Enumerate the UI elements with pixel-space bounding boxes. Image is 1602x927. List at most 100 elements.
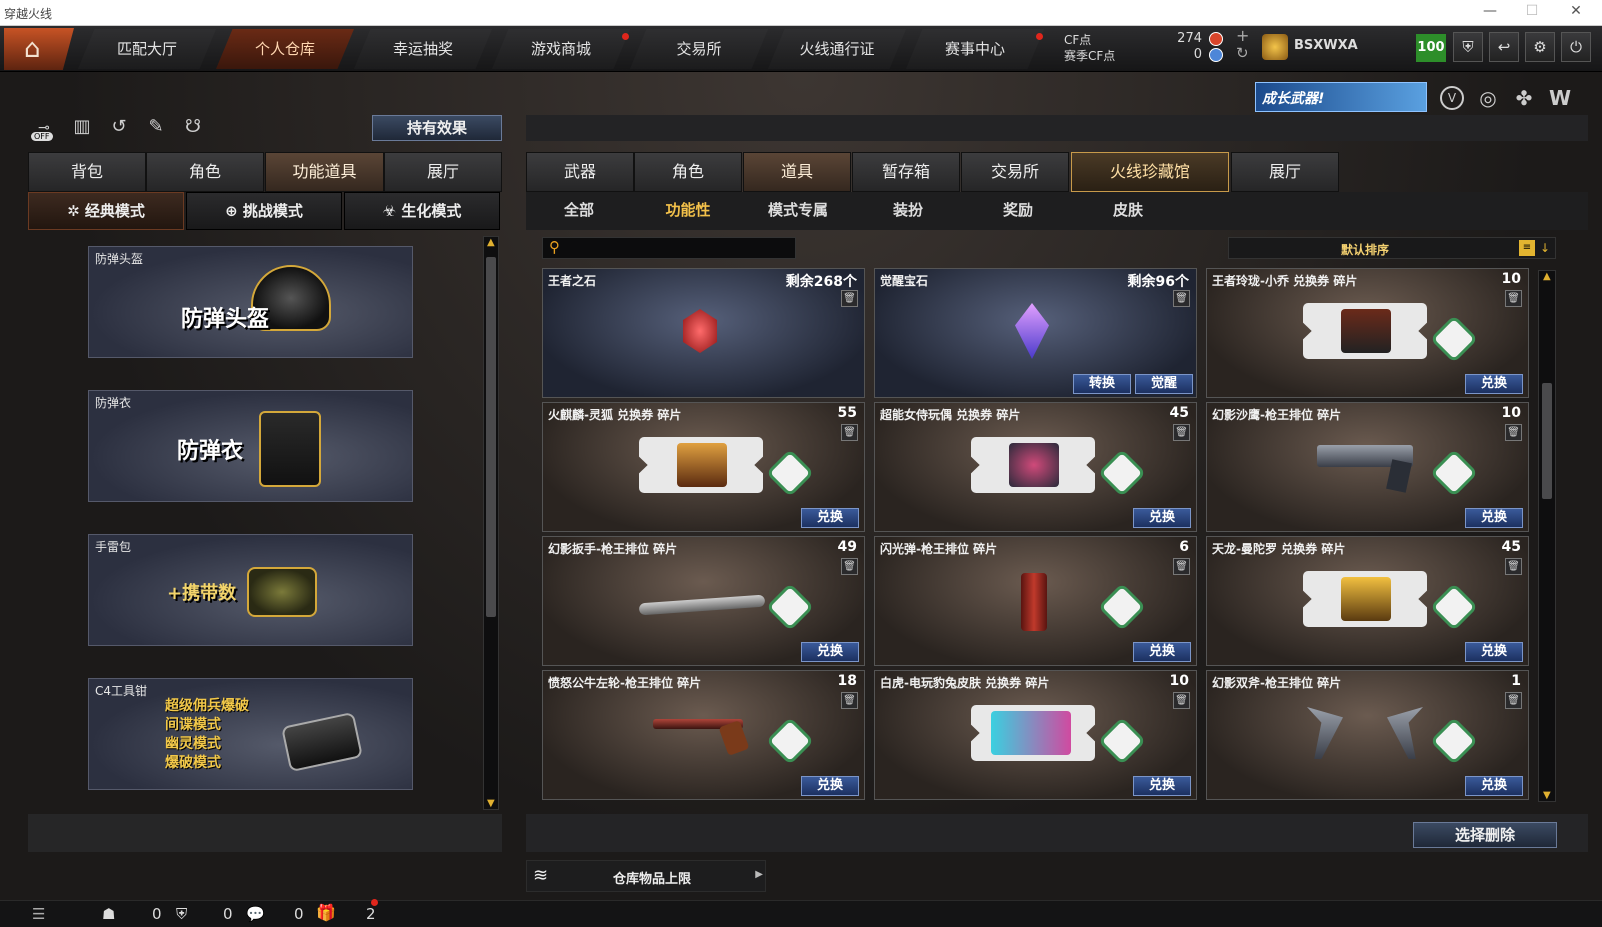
left-scroll-thumb[interactable] bbox=[486, 257, 496, 617]
grid-scroll-down-icon[interactable]: ▼ bbox=[1543, 790, 1551, 801]
tab-battle-pass[interactable]: 火线通行证 bbox=[768, 29, 906, 69]
menu-list-icon[interactable]: ☰ bbox=[32, 905, 45, 923]
subtab-outfit[interactable]: 装扮 bbox=[853, 199, 963, 223]
item-card[interactable]: 愤怒公牛左轮-枪王排位 碎片 18 🗑 兑换 bbox=[542, 670, 865, 800]
toggle-off-icon[interactable]: ⊸ OFF bbox=[31, 116, 57, 142]
chat-icon[interactable]: 💬 bbox=[246, 905, 265, 923]
trash-icon[interactable]: 🗑 bbox=[841, 692, 858, 709]
w-logo-icon[interactable]: W bbox=[1548, 86, 1572, 110]
tab-backpack[interactable]: 背包 bbox=[28, 152, 146, 192]
trash-icon[interactable]: 🗑 bbox=[1173, 290, 1190, 307]
redeem-button[interactable]: 兑换 bbox=[801, 508, 859, 528]
card-helmet[interactable]: 防弹头盔 防弹头盔 bbox=[88, 246, 413, 358]
clan-shield-icon[interactable]: ⛨ bbox=[176, 905, 187, 923]
item-card[interactable]: 幻影双斧-枪王排位 碎片 1 🗑 兑换 bbox=[1206, 670, 1529, 800]
mode-biochem[interactable]: ☣ 生化模式 bbox=[344, 192, 500, 230]
trash-icon[interactable]: 🗑 bbox=[1173, 558, 1190, 575]
trash-icon[interactable]: 🗑 bbox=[841, 558, 858, 575]
power-icon[interactable]: ⏻ bbox=[1561, 32, 1591, 62]
mode-classic[interactable]: ✲ 经典模式 bbox=[28, 192, 184, 230]
redeem-button[interactable]: 兑换 bbox=[1133, 776, 1191, 796]
globe-icon[interactable]: ◎ bbox=[1476, 86, 1500, 110]
tab-right-showroom[interactable]: 展厅 bbox=[1231, 152, 1339, 192]
redeem-button[interactable]: 兑换 bbox=[1465, 374, 1523, 394]
list-icon[interactable]: ≡ bbox=[1519, 240, 1535, 256]
sort-dropdown[interactable]: 默认排序 ≡ ↓ bbox=[1228, 237, 1556, 259]
tab-game-store[interactable]: 游戏商城 bbox=[492, 29, 630, 69]
convert-button[interactable]: 转换 bbox=[1073, 374, 1131, 394]
tab-weapons[interactable]: 武器 bbox=[526, 152, 634, 192]
tab-characters[interactable]: 角色 bbox=[634, 152, 742, 192]
trash-icon[interactable]: 🗑 bbox=[1173, 692, 1190, 709]
trash-icon[interactable]: 🗑 bbox=[1505, 692, 1522, 709]
redeem-button[interactable]: 兑换 bbox=[801, 642, 859, 662]
grid-scrollbar[interactable]: ▲ ▼ bbox=[1538, 270, 1556, 802]
redeem-button[interactable]: 兑换 bbox=[801, 776, 859, 796]
scroll-up-icon[interactable]: ▲ bbox=[487, 237, 495, 248]
grid-scroll-thumb[interactable] bbox=[1542, 383, 1552, 499]
badge-v-icon[interactable]: V bbox=[1440, 86, 1464, 110]
return-icon[interactable]: ↩ bbox=[1489, 32, 1519, 62]
item-card[interactable]: 幻影沙鹰-枪王排位 碎片 10 🗑 兑换 bbox=[1206, 402, 1529, 532]
redeem-button[interactable]: 兑换 bbox=[1133, 642, 1191, 662]
held-effects-button[interactable]: 持有效果 bbox=[372, 115, 502, 141]
tab-temp-box[interactable]: 暂存箱 bbox=[852, 152, 960, 192]
tab-function-items[interactable]: 功能道具 bbox=[265, 152, 384, 192]
subtab-skins[interactable]: 皮肤 bbox=[1073, 199, 1183, 223]
rabbit-icon[interactable]: ☋ bbox=[180, 116, 206, 142]
tab-personal-warehouse[interactable]: 个人仓库 bbox=[216, 29, 354, 69]
refresh-button[interactable]: ↻ bbox=[1236, 44, 1249, 62]
close-icon[interactable]: ✕ bbox=[1556, 3, 1596, 23]
search-input[interactable] bbox=[571, 240, 791, 256]
item-card[interactable]: 闪光弹-枪王排位 碎片 6 🗑 兑换 bbox=[874, 536, 1197, 666]
pet-icon[interactable]: ✎ bbox=[143, 116, 169, 142]
tab-items[interactable]: 道具 bbox=[743, 152, 851, 192]
item-card[interactable]: 火麒麟-灵狐 兑换券 碎片 55 🗑 兑换 bbox=[542, 402, 865, 532]
redeem-button[interactable]: 兑换 bbox=[1133, 508, 1191, 528]
tab-trade[interactable]: 交易所 bbox=[961, 152, 1069, 192]
tab-match-hall[interactable]: 匹配大厅 bbox=[78, 29, 216, 69]
trash-icon[interactable]: 🗑 bbox=[1505, 424, 1522, 441]
gear-icon[interactable]: ⚙ bbox=[1525, 32, 1555, 62]
ranking-icon[interactable]: ▥ bbox=[69, 116, 95, 142]
item-card[interactable]: 白虎-电玩豹兔皮肤 兑换券 碎片 10 🗑 兑换 bbox=[874, 670, 1197, 800]
item-card[interactable]: 超能女侍玩偶 兑换券 碎片 45 🗑 兑换 bbox=[874, 402, 1197, 532]
tab-collection-hall[interactable]: 火线珍藏馆 bbox=[1071, 152, 1229, 192]
item-card[interactable]: 觉醒宝石 剩余96个 🗑 转换 觉醒 bbox=[874, 268, 1197, 398]
item-card[interactable]: 幻影扳手-枪王排位 碎片 49 🗑 兑换 bbox=[542, 536, 865, 666]
redeem-button[interactable]: 兑换 bbox=[1465, 776, 1523, 796]
expand-arrow-icon[interactable]: ▶ bbox=[755, 869, 763, 880]
search-box[interactable]: ⚲ bbox=[542, 237, 796, 259]
tab-lucky-draw[interactable]: 幸运抽奖 bbox=[354, 29, 492, 69]
gift-icon[interactable]: 🎁 bbox=[316, 903, 336, 922]
history-icon[interactable]: ↺ bbox=[106, 116, 132, 142]
subtab-rewards[interactable]: 奖励 bbox=[963, 199, 1073, 223]
trash-icon[interactable]: 🗑 bbox=[841, 424, 858, 441]
left-scrollbar[interactable]: ▲ ▼ bbox=[483, 236, 499, 810]
maximize-icon[interactable]: ☐ bbox=[1512, 3, 1552, 23]
shield-icon[interactable]: ⛨ bbox=[1453, 32, 1483, 62]
mode-challenge[interactable]: ⊕ 挑战模式 bbox=[186, 192, 342, 230]
trash-icon[interactable]: 🗑 bbox=[1505, 290, 1522, 307]
tab-events[interactable]: 赛事中心 bbox=[906, 29, 1044, 69]
promo-banner[interactable]: 成长武器! bbox=[1255, 82, 1427, 112]
minimize-icon[interactable]: — bbox=[1470, 3, 1510, 23]
clover-icon[interactable]: ✤ bbox=[1512, 86, 1536, 110]
recharge-button[interactable]: + bbox=[1236, 26, 1249, 45]
select-delete-button[interactable]: 选择删除 bbox=[1413, 822, 1557, 848]
card-vest[interactable]: 防弹衣 防弹衣 bbox=[88, 390, 413, 502]
subtab-mode-exclusive[interactable]: 模式专属 bbox=[743, 199, 853, 223]
capacity-bar[interactable]: ≋ 仓库物品上限 ▶ bbox=[526, 860, 766, 892]
trash-icon[interactable]: 🗑 bbox=[841, 290, 858, 307]
trash-icon[interactable]: 🗑 bbox=[1173, 424, 1190, 441]
friends-icon[interactable]: ☗ bbox=[102, 905, 115, 923]
item-card[interactable]: 王者玲珑-小乔 兑换券 碎片 10 🗑 兑换 bbox=[1206, 268, 1529, 398]
tab-character[interactable]: 角色 bbox=[146, 152, 264, 192]
redeem-button[interactable]: 兑换 bbox=[1465, 642, 1523, 662]
redeem-button[interactable]: 兑换 bbox=[1465, 508, 1523, 528]
card-grenade-pack[interactable]: 手雷包 +携带数 bbox=[88, 534, 413, 646]
item-card[interactable]: 王者之石 剩余268个 🗑 bbox=[542, 268, 865, 398]
card-c4-pliers[interactable]: C4工具钳 超级佣兵爆破 间谍模式 幽灵模式 爆破模式 bbox=[88, 678, 413, 790]
scroll-down-icon[interactable]: ▼ bbox=[487, 798, 495, 809]
home-button[interactable]: ⌂ bbox=[4, 28, 74, 70]
